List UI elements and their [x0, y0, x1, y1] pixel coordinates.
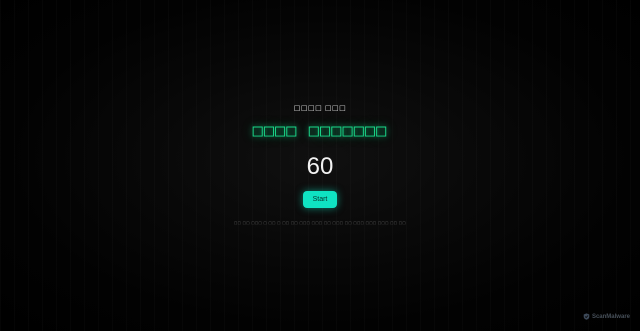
- start-button[interactable]: Start: [303, 191, 337, 208]
- page-subtitle: □□□□ □□□: [293, 104, 347, 112]
- scanmalware-logo-icon: [583, 313, 590, 320]
- countdown-timer: 60: [306, 153, 334, 180]
- page-title: □□□□ □□□□□□□: [252, 121, 388, 141]
- watermark: ScanMalware: [583, 313, 630, 320]
- watermark-text: ScanMalware: [591, 313, 630, 320]
- instruction-text: □□ □□ □□□ □ □□ □ □□ □□ □□□ □□□ □□ □□□ □□…: [234, 221, 406, 225]
